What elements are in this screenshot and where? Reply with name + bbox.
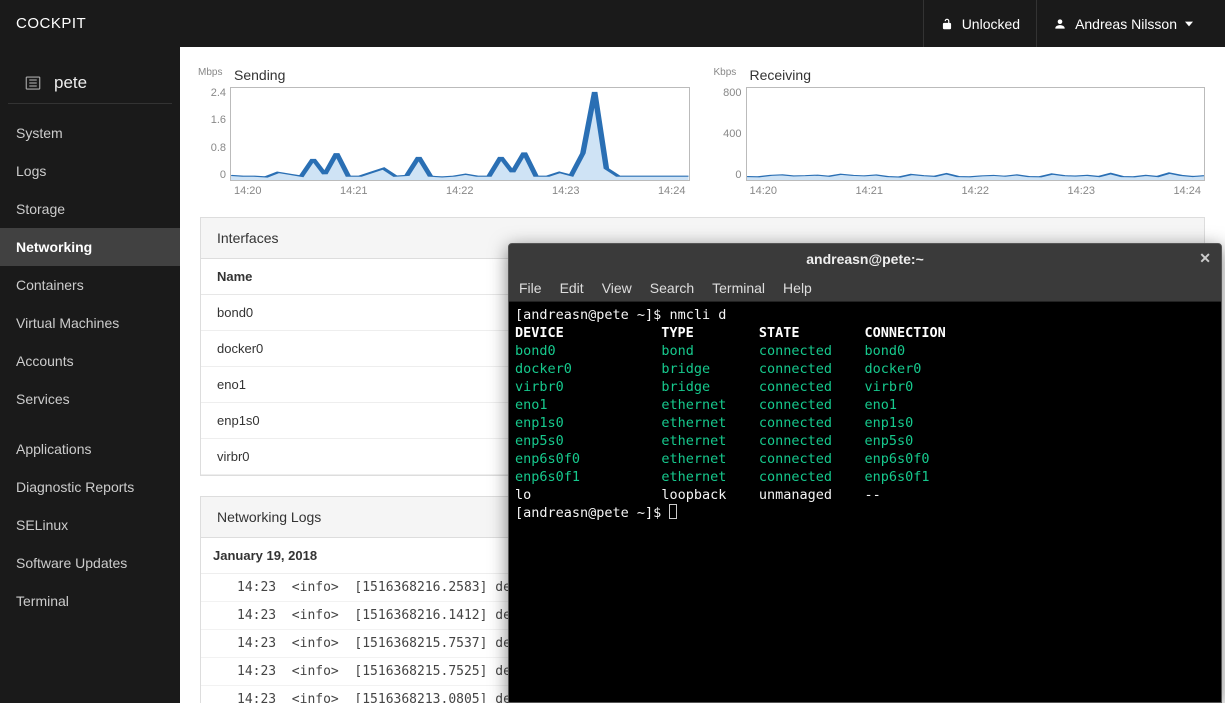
terminal-title: andreasn@pete:~ xyxy=(806,251,924,267)
term-menu-help[interactable]: Help xyxy=(783,280,812,296)
sending-title: Sending xyxy=(234,67,690,83)
lock-toggle[interactable]: Unlocked xyxy=(923,0,1036,47)
term-menu-view[interactable]: View xyxy=(602,280,632,296)
topbar: COCKPIT Unlocked Andreas Nilsson xyxy=(0,0,1225,47)
chevron-down-icon xyxy=(1185,20,1193,28)
nav-item-selinux[interactable]: SELinux xyxy=(0,506,180,544)
server-icon xyxy=(24,74,42,92)
nav-item-services[interactable]: Services xyxy=(0,380,180,418)
nav-item-logs[interactable]: Logs xyxy=(0,152,180,190)
topbar-right: Unlocked Andreas Nilsson xyxy=(923,0,1209,47)
receiving-unit: Kbps xyxy=(714,67,737,78)
nav-item-containers[interactable]: Containers xyxy=(0,266,180,304)
lock-label: Unlocked xyxy=(962,16,1020,32)
sending-unit: Mbps xyxy=(198,67,222,78)
receiving-title: Receiving xyxy=(750,67,1206,83)
receiving-chart: Kbps Receiving 8004000 14:2014:2114:2214… xyxy=(716,67,1206,197)
nav-item-system[interactable]: System xyxy=(0,114,180,152)
terminal-body[interactable]: [andreasn@pete ~]$ nmcli d DEVICE TYPE S… xyxy=(509,302,1221,702)
nav-item-networking[interactable]: Networking xyxy=(0,228,180,266)
charts-row: Mbps Sending 2.41.60.80 14:2014:2114:221… xyxy=(200,67,1205,197)
nav-item-storage[interactable]: Storage xyxy=(0,190,180,228)
nav-item-diagnostic-reports[interactable]: Diagnostic Reports xyxy=(0,468,180,506)
user-icon xyxy=(1053,17,1067,31)
close-icon[interactable]: ✕ xyxy=(1199,250,1211,267)
terminal-menubar: File Edit View Search Terminal Help xyxy=(509,274,1221,302)
nav-item-virtual-machines[interactable]: Virtual Machines xyxy=(0,304,180,342)
term-menu-edit[interactable]: Edit xyxy=(560,280,584,296)
brand: COCKPIT xyxy=(16,15,86,32)
nav-item-accounts[interactable]: Accounts xyxy=(0,342,180,380)
terminal-titlebar[interactable]: andreasn@pete:~ ✕ xyxy=(509,244,1221,274)
term-menu-file[interactable]: File xyxy=(519,280,542,296)
term-menu-terminal[interactable]: Terminal xyxy=(712,280,765,296)
user-menu[interactable]: Andreas Nilsson xyxy=(1036,0,1209,47)
sending-chart: Mbps Sending 2.41.60.80 14:2014:2114:221… xyxy=(200,67,690,197)
nav-item-software-updates[interactable]: Software Updates xyxy=(0,544,180,582)
terminal-window[interactable]: andreasn@pete:~ ✕ File Edit View Search Term… xyxy=(508,243,1222,703)
host-name: pete xyxy=(54,73,87,93)
nav-item-terminal[interactable]: Terminal xyxy=(0,582,180,620)
nav-item-applications[interactable]: Applications xyxy=(0,430,180,468)
lock-open-icon xyxy=(940,17,954,31)
sidebar: pete SystemLogsStorageNetworkingContaine… xyxy=(0,47,180,703)
user-name: Andreas Nilsson xyxy=(1075,16,1177,32)
host-label[interactable]: pete xyxy=(8,63,172,104)
term-menu-search[interactable]: Search xyxy=(650,280,694,296)
